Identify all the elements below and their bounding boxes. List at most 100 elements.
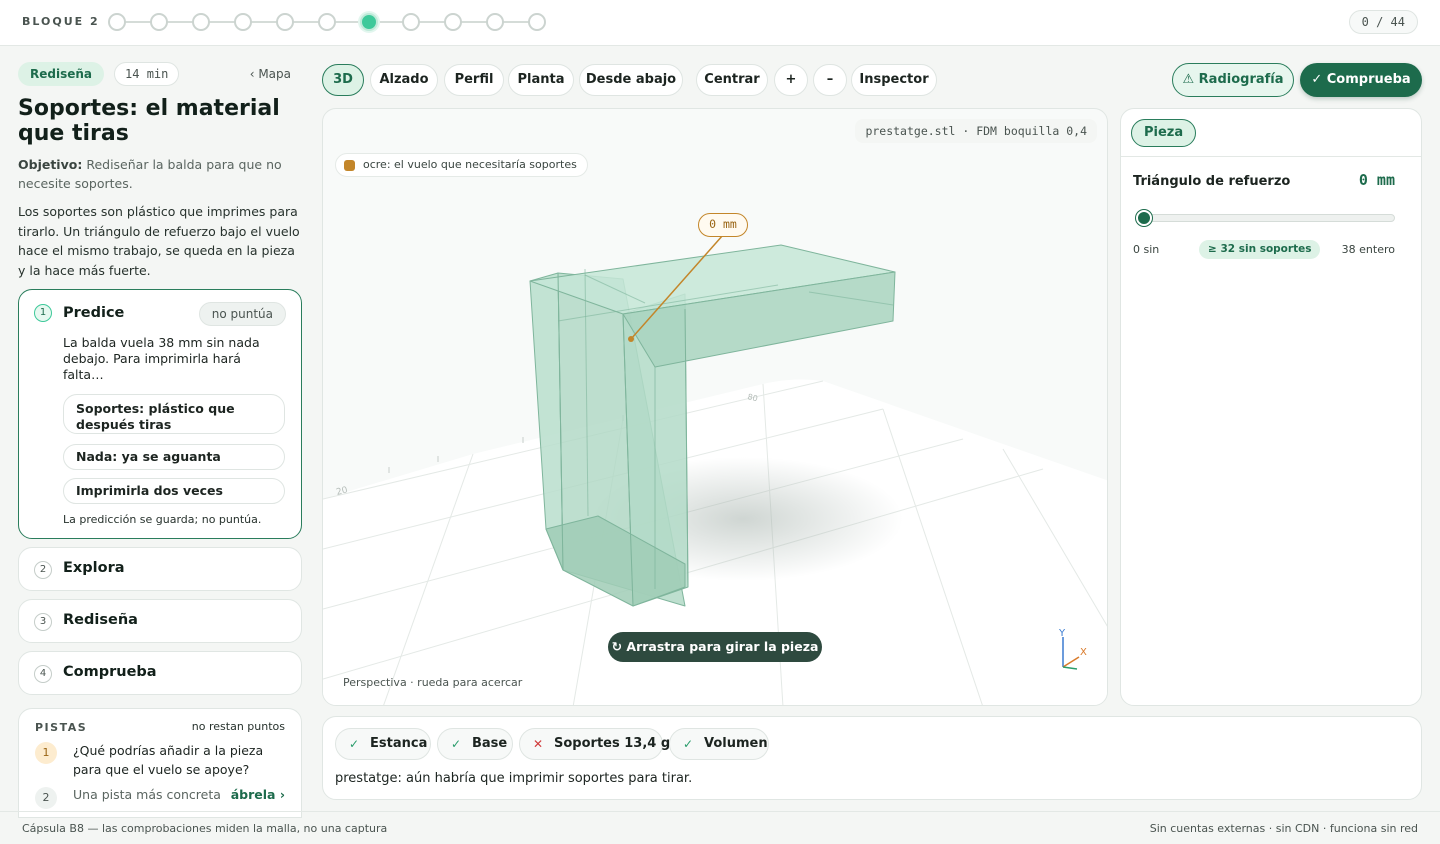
inspector-panel: Pieza Triángulo de refuerzo 0 mm 0 sin ≥… <box>1120 108 1422 706</box>
drag-hint-text: Arrastra para girar la pieza <box>626 639 819 654</box>
step-dot[interactable] <box>360 13 378 31</box>
view-front-button[interactable]: Alzado <box>370 64 438 96</box>
slider-handle[interactable] <box>1136 210 1152 226</box>
step-dot[interactable] <box>108 13 126 31</box>
predict-note: La predicción se guarda; no puntúa. <box>63 513 262 526</box>
3d-viewport[interactable]: 20 80 Y X prestatge.stl · FDM boquilla 0… <box>322 108 1108 706</box>
check-volume: ✓ Volumen <box>669 728 769 760</box>
check-watertight: ✓ Estanca <box>335 728 431 760</box>
step-title: Explora <box>63 560 125 576</box>
lesson-title: Soportes: el material que tiras <box>18 96 280 146</box>
answer-option[interactable]: Nada: ya se aguanta <box>63 444 285 470</box>
answer-option[interactable]: Imprimirla dos veces <box>63 478 285 504</box>
check-label: Estanca <box>370 736 428 751</box>
lesson-tags: Rediseña 14 min ‹ Mapa <box>18 62 302 86</box>
inspector-button[interactable]: Inspector <box>851 64 937 96</box>
score-counter: 0 / 44 <box>1348 10 1418 34</box>
tab-piece[interactable]: Pieza <box>1131 119 1197 147</box>
objective-label: Objetivo: <box>18 157 83 172</box>
step-dot[interactable] <box>234 13 252 31</box>
axis-y-label: Y <box>1058 628 1066 639</box>
divider <box>1121 156 1421 157</box>
step-title: Predice <box>63 305 125 321</box>
view-bottom-button[interactable]: Desde abajo <box>579 64 683 96</box>
check-ok-icon: ✓ <box>349 737 360 751</box>
map-link[interactable]: ‹ Mapa <box>250 67 291 81</box>
hints-panel: PISTAS no restan puntos 1 ¿Qué podrías a… <box>18 708 302 818</box>
step-card-predict: 1 Predice no puntúa La balda vuela 38 mm… <box>18 289 302 539</box>
step-dot[interactable] <box>276 13 294 31</box>
zoom-in-button[interactable]: + <box>774 64 808 96</box>
step-dot[interactable] <box>150 13 168 31</box>
drag-to-rotate-hint: ↻ Arrastra para girar la pieza <box>608 632 822 662</box>
slider-threshold-label: ≥ 32 sin soportes <box>1199 240 1321 259</box>
step-dot[interactable] <box>444 13 462 31</box>
open-hint-button[interactable]: ábrela › <box>231 787 285 802</box>
xray-button[interactable]: ⚠ Radiografía <box>1172 63 1294 97</box>
slider-min-label: 0 sin <box>1133 243 1160 256</box>
view-top-button[interactable]: Planta <box>508 64 574 96</box>
step-dot[interactable] <box>486 13 504 31</box>
step-dot[interactable] <box>402 13 420 31</box>
hints-note: no restan puntos <box>191 720 285 733</box>
lesson-panel: Rediseña 14 min ‹ Mapa Soportes: el mate… <box>18 62 302 818</box>
check-label: Soportes 13,4 g <box>554 736 671 751</box>
zoom-out-button[interactable]: – <box>813 64 847 96</box>
check-fail-icon: ✕ <box>533 737 544 751</box>
step-number: 4 <box>34 665 52 683</box>
check-label: Volumen <box>704 736 768 751</box>
step-card-check[interactable]: 4 Comprueba <box>18 651 302 695</box>
step-number: 1 <box>34 304 52 322</box>
check-icon: ✓ <box>1311 72 1323 87</box>
top-bar: BLOQUE 2 0 / 44 <box>0 0 1440 46</box>
check-supports: ✕ Soportes 13,4 g <box>519 728 670 760</box>
progress-stepper <box>108 13 548 31</box>
overhang-legend: ocre: el vuelo que necesitaría soportes <box>335 153 588 177</box>
axis-x-label: X <box>1080 647 1087 658</box>
perspective-note: Perspectiva · rueda para acercar <box>343 676 523 689</box>
step-card-explore[interactable]: 2 Explora <box>18 547 302 591</box>
step-number: 3 <box>34 613 52 631</box>
center-button[interactable]: Centrar <box>696 64 768 96</box>
check-label: Comprueba <box>1326 72 1411 87</box>
hint-text: ¿Qué podrías añadir a la pieza para que … <box>73 743 264 777</box>
step-dot[interactable] <box>192 13 210 31</box>
hint-text: Una pista más concreta <box>73 787 221 802</box>
step-dot[interactable] <box>318 13 336 31</box>
step-dot[interactable] <box>528 13 546 31</box>
param-value: 0 mm <box>1358 171 1395 189</box>
check-base: ✓ Base <box>437 728 513 760</box>
ochre-swatch-icon <box>344 159 355 171</box>
view-3d-button[interactable]: 3D <box>322 64 364 96</box>
legend-text: ocre: el vuelo que necesitaría soportes <box>363 158 577 171</box>
xray-icon: ⚠ <box>1182 72 1195 87</box>
reinforcement-slider[interactable] <box>1143 214 1395 222</box>
hint-number: 1 <box>35 742 57 764</box>
step-number: 2 <box>34 561 52 579</box>
check-ok-icon: ✓ <box>451 737 462 751</box>
3d-scene[interactable]: 20 80 Y X <box>323 109 1108 706</box>
hints-title: PISTAS <box>35 721 88 734</box>
slider-max-label: 38 entero <box>1341 243 1395 256</box>
no-score-badge: no puntúa <box>198 302 286 326</box>
answer-option[interactable]: Soportes: plástico que después tiras <box>63 394 285 434</box>
view-side-button[interactable]: Perfil <box>444 64 504 96</box>
check-label: Base <box>472 736 508 751</box>
block-label: BLOQUE 2 <box>22 15 100 28</box>
rotate-icon: ↻ <box>611 639 623 654</box>
lesson-objective: Objetivo: Rediseñar la balda para que no… <box>18 155 302 193</box>
hint-number: 2 <box>35 787 57 809</box>
lesson-intro: Los soportes son plástico que imprimes p… <box>18 204 300 278</box>
predict-question: La balda vuela 38 mm sin nada debajo. Pa… <box>63 335 260 382</box>
overhang-marker <box>628 336 634 342</box>
file-info: prestatge.stl · FDM boquilla 0,4 <box>855 119 1097 143</box>
step-title: Comprueba <box>63 664 157 680</box>
check-ok-icon: ✓ <box>683 737 694 751</box>
param-label: Triángulo de refuerzo <box>1133 174 1291 189</box>
step-card-redesign[interactable]: 3 Rediseña <box>18 599 302 643</box>
overhang-measure: 0 mm <box>698 213 748 237</box>
check-button[interactable]: ✓ Comprueba <box>1300 63 1422 97</box>
footer-divider <box>0 811 1440 812</box>
step-title: Rediseña <box>63 612 138 628</box>
footer-left: Cápsula B8 — las comprobaciones miden la… <box>22 822 388 835</box>
